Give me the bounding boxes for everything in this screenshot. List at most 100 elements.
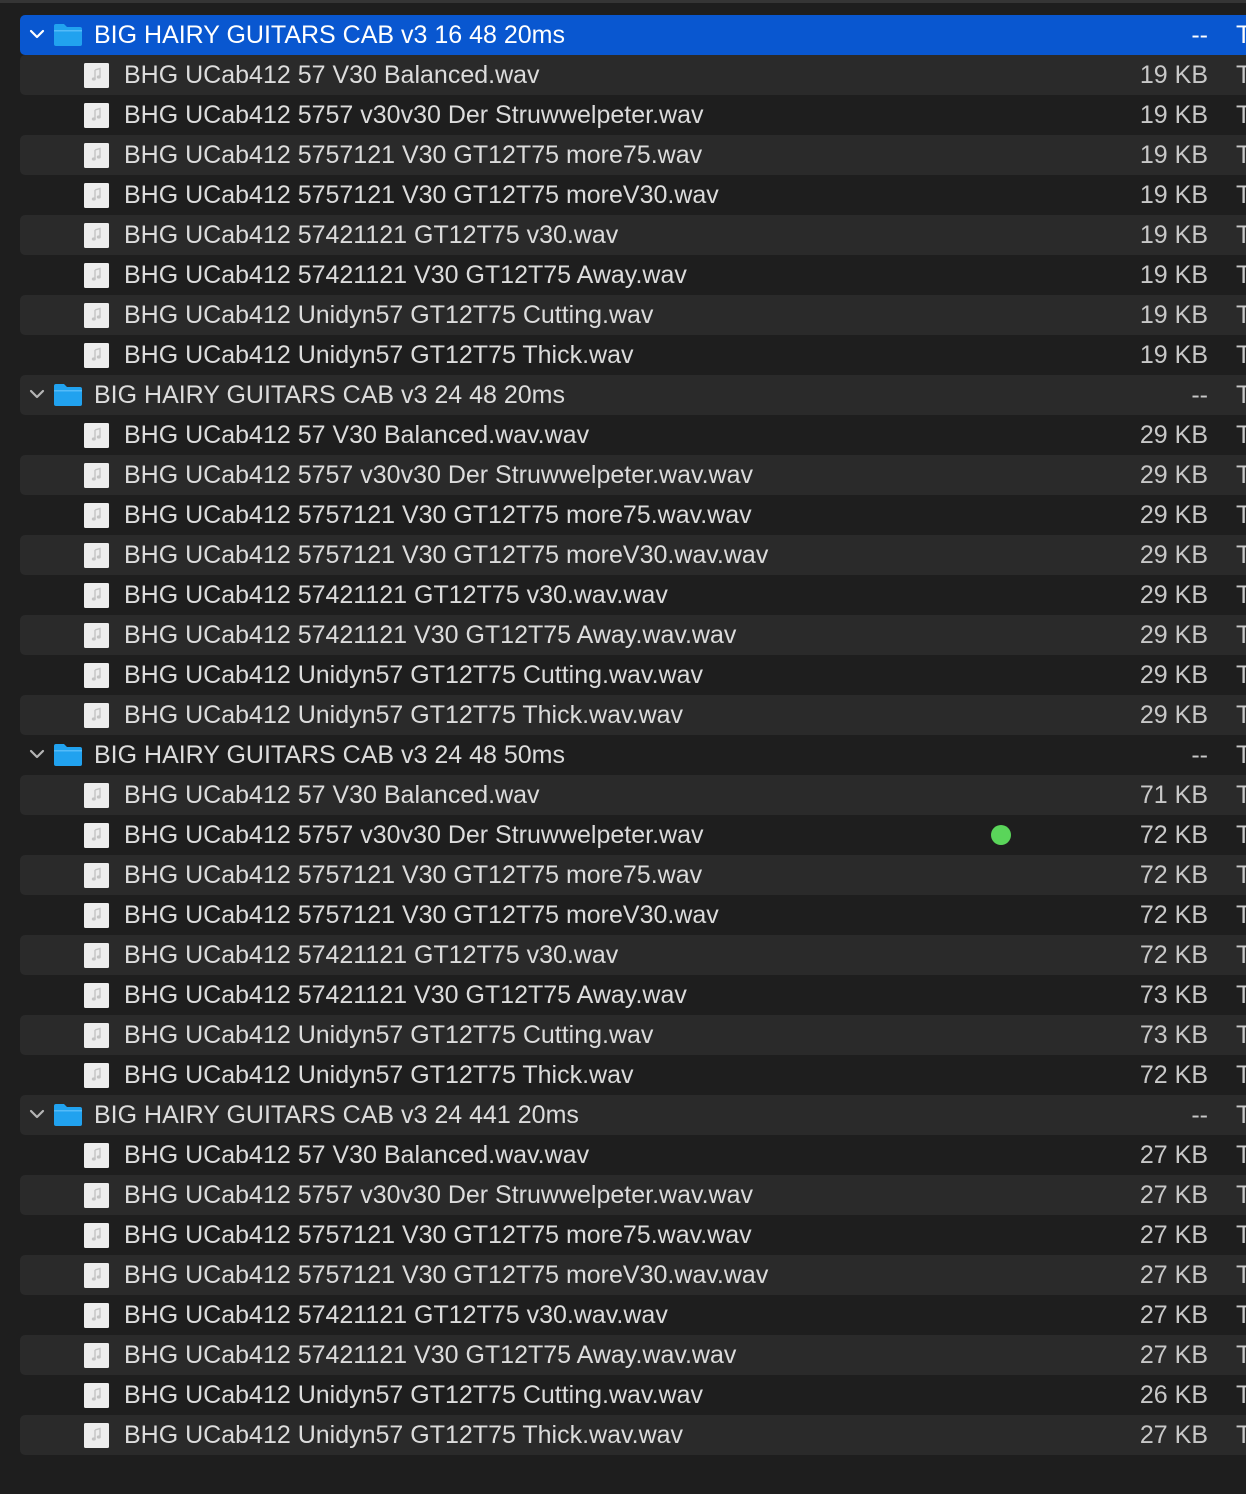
audio-file-icon	[83, 182, 110, 209]
audio-file-icon	[83, 342, 110, 369]
audio-file-icon	[83, 222, 110, 249]
chevron-down-icon[interactable]	[28, 1105, 46, 1123]
file-size: 29 KB	[1139, 421, 1208, 449]
file-row[interactable]: BHG UCab412 57 V30 Balanced.wav.wav 29 KB…	[20, 415, 1246, 455]
file-row[interactable]: BHG UCab412 Unidyn57 GT12T75 Cutting.wav…	[20, 655, 1246, 695]
audio-file-icon	[83, 1382, 110, 1409]
file-kind: T	[1236, 1141, 1246, 1169]
file-kind: T	[1236, 61, 1246, 89]
file-size: 19 KB	[1139, 61, 1208, 89]
file-size: 19 KB	[1139, 221, 1208, 249]
file-name: BHG UCab412 5757121 V30 GT12T75 moreV30.…	[124, 181, 719, 209]
audio-file-icon	[83, 1422, 110, 1449]
file-kind: T	[1236, 421, 1246, 449]
file-kind: T	[1236, 461, 1246, 489]
folder-row[interactable]: BIG HAIRY GUITARS CAB v3 24 48 20ms -- T	[20, 375, 1246, 415]
file-size: 19 KB	[1139, 261, 1208, 289]
file-row[interactable]: BHG UCab412 Unidyn57 GT12T75 Cutting.wav…	[20, 1015, 1246, 1055]
file-size: 72 KB	[1139, 941, 1208, 969]
file-name: BHG UCab412 Unidyn57 GT12T75 Thick.wav.w…	[124, 1421, 684, 1449]
file-name: BHG UCab412 5757121 V30 GT12T75 more75.w…	[124, 501, 752, 529]
file-size: 71 KB	[1139, 781, 1208, 809]
file-name: BHG UCab412 57 V30 Balanced.wav	[124, 781, 540, 809]
file-row[interactable]: BHG UCab412 5757121 V30 GT12T75 moreV30.…	[20, 535, 1246, 575]
file-kind: T	[1236, 861, 1246, 889]
audio-file-icon	[83, 1182, 110, 1209]
chevron-down-icon[interactable]	[28, 385, 46, 403]
file-name: BHG UCab412 Unidyn57 GT12T75 Thick.wav	[124, 341, 634, 369]
audio-file-icon	[83, 582, 110, 609]
file-size: 19 KB	[1139, 141, 1208, 169]
file-kind: T	[1236, 981, 1246, 1009]
file-size: 29 KB	[1139, 701, 1208, 729]
file-row[interactable]: BHG UCab412 5757121 V30 GT12T75 moreV30.…	[20, 175, 1246, 215]
file-size: 27 KB	[1139, 1421, 1208, 1449]
file-name: BHG UCab412 5757 v30v30 Der Struwwelpete…	[124, 101, 704, 129]
file-row[interactable]: BHG UCab412 57 V30 Balanced.wav.wav 27 KB…	[20, 1135, 1246, 1175]
file-name: BHG UCab412 5757 v30v30 Der Struwwelpete…	[124, 821, 704, 849]
file-row[interactable]: BHG UCab412 5757 v30v30 Der Struwwelpete…	[20, 1175, 1246, 1215]
file-row[interactable]: BHG UCab412 Unidyn57 GT12T75 Cutting.wav…	[20, 1375, 1246, 1415]
file-row[interactable]: BHG UCab412 5757121 V30 GT12T75 more75.w…	[20, 135, 1246, 175]
file-kind: T	[1236, 301, 1246, 329]
file-row[interactable]: BHG UCab412 Unidyn57 GT12T75 Thick.wav 19…	[20, 335, 1246, 375]
file-row[interactable]: BHG UCab412 57 V30 Balanced.wav 71 KB T	[20, 775, 1246, 815]
folder-icon	[53, 382, 83, 407]
audio-file-icon	[83, 302, 110, 329]
file-row[interactable]: BHG UCab412 57421121 V30 GT12T75 Away.wa…	[20, 255, 1246, 295]
file-kind: T	[1236, 621, 1246, 649]
audio-file-icon	[83, 902, 110, 929]
file-size: 27 KB	[1139, 1341, 1208, 1369]
file-size: 72 KB	[1139, 821, 1208, 849]
folder-row[interactable]: BIG HAIRY GUITARS CAB v3 24 441 20ms -- T	[20, 1095, 1246, 1135]
file-row[interactable]: BHG UCab412 Unidyn57 GT12T75 Cutting.wav…	[20, 295, 1246, 335]
audio-file-icon	[83, 822, 110, 849]
file-row[interactable]: BHG UCab412 57421121 V30 GT12T75 Away.wa…	[20, 1335, 1246, 1375]
file-row[interactable]: BHG UCab412 57421121 V30 GT12T75 Away.wa…	[20, 615, 1246, 655]
file-row[interactable]: BHG UCab412 57421121 V30 GT12T75 Away.wa…	[20, 975, 1246, 1015]
audio-file-icon	[83, 1062, 110, 1089]
file-row[interactable]: BHG UCab412 5757121 V30 GT12T75 more75.w…	[20, 495, 1246, 535]
file-kind: T	[1236, 1221, 1246, 1249]
file-row[interactable]: BHG UCab412 5757121 V30 GT12T75 moreV30.…	[20, 895, 1246, 935]
chevron-down-icon[interactable]	[28, 745, 46, 763]
folder-size: --	[1191, 381, 1208, 409]
file-row[interactable]: BHG UCab412 Unidyn57 GT12T75 Thick.wav 72…	[20, 1055, 1246, 1095]
file-row[interactable]: BHG UCab412 57421121 GT12T75 v30.wav.wav…	[20, 575, 1246, 615]
file-row[interactable]: BHG UCab412 5757121 V30 GT12T75 moreV30.…	[20, 1255, 1246, 1295]
file-row[interactable]: BHG UCab412 57421121 GT12T75 v30.wav 72 K…	[20, 935, 1246, 975]
file-size: 73 KB	[1139, 1021, 1208, 1049]
file-row[interactable]: BHG UCab412 Unidyn57 GT12T75 Thick.wav.w…	[20, 695, 1246, 735]
audio-file-icon	[83, 462, 110, 489]
file-name: BHG UCab412 5757121 V30 GT12T75 moreV30.…	[124, 1261, 769, 1289]
folder-icon	[53, 742, 83, 767]
file-size: 29 KB	[1139, 541, 1208, 569]
file-row[interactable]: BHG UCab412 5757 v30v30 Der Struwwelpete…	[20, 455, 1246, 495]
folder-kind: T	[1236, 381, 1246, 409]
folder-size: --	[1191, 21, 1208, 49]
file-kind: T	[1236, 581, 1246, 609]
audio-file-icon	[83, 62, 110, 89]
file-row[interactable]: BHG UCab412 5757 v30v30 Der Struwwelpete…	[20, 95, 1246, 135]
file-size: 29 KB	[1139, 661, 1208, 689]
file-row[interactable]: BHG UCab412 57421121 GT12T75 v30.wav.wav…	[20, 1295, 1246, 1335]
folder-row[interactable]: BIG HAIRY GUITARS CAB v3 24 48 50ms -- T	[20, 735, 1246, 775]
file-row[interactable]: BHG UCab412 57 V30 Balanced.wav 19 KB T	[20, 55, 1246, 95]
folder-name: BIG HAIRY GUITARS CAB v3 24 441 20ms	[94, 1101, 579, 1129]
file-size: 73 KB	[1139, 981, 1208, 1009]
file-size: 19 KB	[1139, 101, 1208, 129]
audio-file-icon	[83, 942, 110, 969]
chevron-down-icon[interactable]	[28, 25, 46, 43]
file-row[interactable]: BHG UCab412 5757 v30v30 Der Struwwelpete…	[20, 815, 1246, 855]
file-name: BHG UCab412 57421121 GT12T75 v30.wav.wav	[124, 1301, 668, 1329]
folder-row[interactable]: BIG HAIRY GUITARS CAB v3 16 48 20ms -- T	[20, 15, 1246, 55]
file-size: 72 KB	[1139, 1061, 1208, 1089]
file-kind: T	[1236, 261, 1246, 289]
file-row[interactable]: BHG UCab412 57421121 GT12T75 v30.wav 19 K…	[20, 215, 1246, 255]
file-list: BIG HAIRY GUITARS CAB v3 16 48 20ms -- T BH…	[0, 0, 1246, 1494]
file-row[interactable]: BHG UCab412 5757121 V30 GT12T75 more75.w…	[20, 855, 1246, 895]
audio-file-icon	[83, 782, 110, 809]
file-row[interactable]: BHG UCab412 Unidyn57 GT12T75 Thick.wav.w…	[20, 1415, 1246, 1455]
file-row[interactable]: BHG UCab412 5757121 V30 GT12T75 more75.w…	[20, 1215, 1246, 1255]
file-kind: T	[1236, 781, 1246, 809]
